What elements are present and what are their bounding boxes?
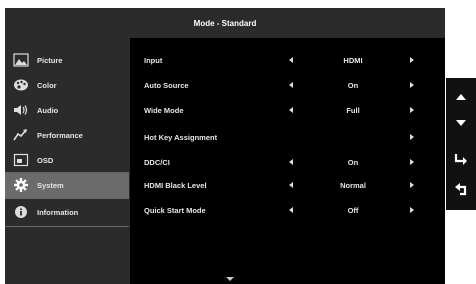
divider — [5, 198, 129, 199]
setting-label: Wide Mode — [144, 106, 184, 115]
setting-value: Normal — [340, 181, 366, 190]
chevron-right-icon[interactable] — [408, 79, 416, 91]
sidebar-item-information[interactable]: Information — [5, 200, 129, 225]
chevron-left-icon[interactable] — [287, 54, 295, 66]
setting-label: Hot Key Assignment — [144, 133, 218, 142]
color-palette-icon — [14, 79, 28, 91]
enter-icon — [454, 154, 467, 165]
sidebar-item-label: OSD — [37, 156, 54, 165]
osd-menu: Mode - Standard Picture Color Audio Perf… — [5, 8, 445, 284]
setting-quick-start-mode[interactable]: Quick Start Mode Off — [130, 200, 445, 220]
setting-value: On — [347, 158, 359, 167]
down-key[interactable] — [446, 110, 476, 136]
sidebar-item-audio[interactable]: Audio — [5, 98, 129, 123]
setting-label: HDMI Black Level — [144, 181, 207, 190]
info-icon — [15, 206, 27, 218]
up-arrow-icon — [456, 94, 466, 100]
sidebar-item-label: Picture — [37, 56, 63, 65]
scroll-down-icon[interactable] — [225, 276, 235, 282]
setting-wide-mode[interactable]: Wide Mode Full — [130, 100, 445, 120]
sidebar-item-picture[interactable]: Picture — [5, 48, 129, 73]
chevron-left-icon[interactable] — [287, 104, 295, 116]
setting-label: Input — [144, 56, 163, 65]
setting-value: HDMI — [343, 56, 363, 65]
setting-label: DDC/CI — [144, 158, 170, 167]
enter-key[interactable] — [446, 146, 476, 172]
setting-label: Auto Source — [144, 81, 189, 90]
title-bar: Mode - Standard — [5, 8, 445, 38]
chevron-right-icon[interactable] — [408, 179, 416, 191]
sidebar: Picture Color Audio Performance OSD Syst… — [5, 38, 131, 284]
setting-auto-source[interactable]: Auto Source On — [130, 75, 445, 95]
speaker-icon — [14, 105, 28, 115]
chevron-left-icon[interactable] — [287, 156, 295, 168]
setting-hdmi-black-level[interactable]: HDMI Black Level Normal — [130, 175, 445, 195]
sidebar-item-performance[interactable]: Performance — [5, 123, 129, 148]
osd-icon — [13, 153, 29, 167]
chevron-right-icon[interactable] — [408, 131, 416, 143]
setting-value: Full — [346, 106, 360, 115]
setting-ddc-ci[interactable]: DDC/CI On — [130, 152, 445, 172]
settings-panel: Input HDMI Auto Source On Wide Mode Full… — [130, 38, 445, 284]
sidebar-item-color[interactable]: Color — [5, 73, 129, 98]
sidebar-item-label: Performance — [37, 131, 83, 140]
chevron-right-icon[interactable] — [408, 54, 416, 66]
return-key[interactable] — [446, 176, 476, 202]
chevron-right-icon[interactable] — [408, 156, 416, 168]
sidebar-item-label: System — [37, 181, 64, 190]
chevron-right-icon[interactable] — [408, 104, 416, 116]
sidebar-item-label: Color — [37, 81, 57, 90]
chevron-right-icon[interactable] — [408, 204, 416, 216]
setting-value: On — [347, 81, 359, 90]
up-key[interactable] — [446, 84, 476, 110]
page-title: Mode - Standard — [193, 18, 257, 28]
setting-value: Off — [347, 206, 359, 215]
chevron-left-icon[interactable] — [287, 179, 295, 191]
divider — [5, 226, 129, 227]
control-keys — [446, 78, 476, 210]
picture-icon — [13, 53, 29, 67]
return-icon — [455, 183, 467, 196]
gear-icon — [14, 178, 28, 192]
down-arrow-icon — [456, 120, 466, 126]
setting-input[interactable]: Input HDMI — [130, 50, 445, 70]
sidebar-item-osd[interactable]: OSD — [5, 148, 129, 173]
sidebar-item-system[interactable]: System — [5, 173, 129, 198]
chevron-left-icon[interactable] — [287, 204, 295, 216]
sidebar-item-label: Information — [37, 208, 79, 217]
performance-icon — [13, 129, 27, 141]
setting-label: Quick Start Mode — [144, 206, 206, 215]
setting-hot-key-assignment[interactable]: Hot Key Assignment — [130, 127, 445, 147]
sidebar-item-label: Audio — [37, 106, 59, 115]
chevron-left-icon[interactable] — [287, 79, 295, 91]
